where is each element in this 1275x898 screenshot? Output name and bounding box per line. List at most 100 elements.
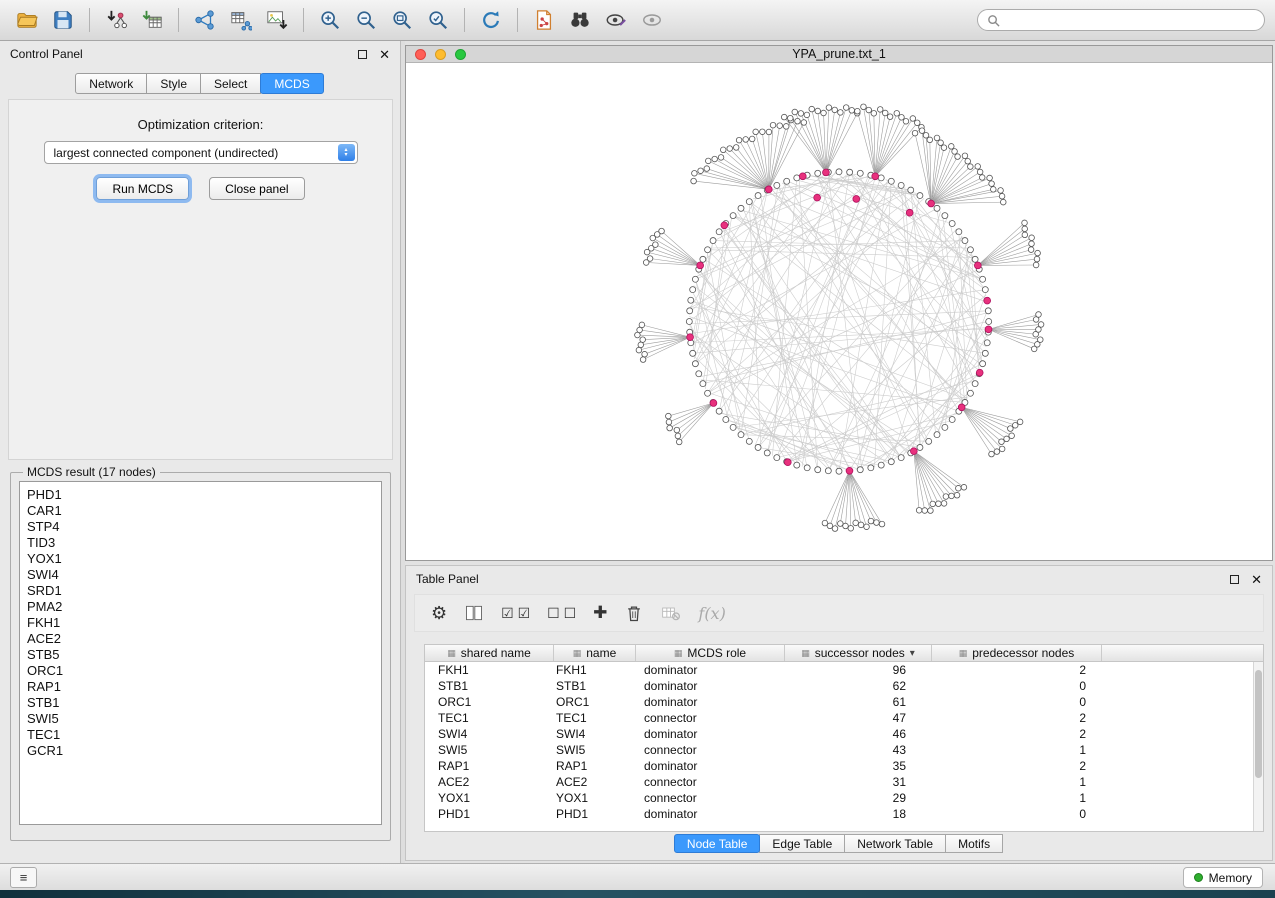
close-panel-button[interactable]: Close panel bbox=[209, 177, 304, 200]
memory-button[interactable]: Memory bbox=[1183, 867, 1263, 888]
network-from-table-button[interactable] bbox=[224, 5, 258, 35]
cell: 18 bbox=[785, 807, 932, 821]
run-mcds-button[interactable]: Run MCDS bbox=[96, 177, 189, 200]
import-network-button[interactable] bbox=[99, 5, 133, 35]
table-row[interactable]: TEC1TEC1connector472 bbox=[425, 710, 1263, 726]
column-header-successor-nodes[interactable]: ▦successor nodes▾ bbox=[785, 645, 932, 661]
zoom-selected-button[interactable] bbox=[421, 5, 455, 35]
table-row[interactable]: SWI4SWI4dominator462 bbox=[425, 726, 1263, 742]
delete-table-button[interactable] bbox=[661, 603, 681, 623]
tab-node-table[interactable]: Node Table bbox=[674, 834, 761, 853]
mcds-result-item[interactable]: SRD1 bbox=[27, 583, 374, 599]
task-history-button[interactable]: ≡ bbox=[10, 867, 37, 888]
float-panel-icon[interactable] bbox=[1230, 575, 1239, 584]
mcds-result-item[interactable]: PMA2 bbox=[27, 599, 374, 615]
float-panel-icon[interactable] bbox=[358, 50, 367, 59]
zoom-fit-button[interactable] bbox=[385, 5, 419, 35]
show-hide-button[interactable] bbox=[635, 5, 669, 35]
mcds-result-item[interactable]: TEC1 bbox=[27, 727, 374, 743]
deselect-all-button[interactable]: ☐ ☐ bbox=[547, 605, 576, 622]
table-row[interactable]: YOX1YOX1connector291 bbox=[425, 790, 1263, 806]
cell: 0 bbox=[932, 679, 1102, 693]
tab-network-table[interactable]: Network Table bbox=[844, 834, 946, 853]
column-header-name[interactable]: ▦name bbox=[554, 645, 636, 661]
trash-icon bbox=[624, 603, 644, 623]
mcds-result-item[interactable]: FKH1 bbox=[27, 615, 374, 631]
show-columns-button[interactable] bbox=[464, 603, 484, 623]
tab-network[interactable]: Network bbox=[75, 73, 147, 94]
save-session-button[interactable] bbox=[46, 5, 80, 35]
add-column-button[interactable]: ✚ bbox=[593, 603, 607, 623]
mcds-result-item[interactable]: CAR1 bbox=[27, 503, 374, 519]
apply-style-button[interactable] bbox=[599, 5, 633, 35]
search-box[interactable] bbox=[977, 9, 1265, 31]
mcds-result-item[interactable]: PHD1 bbox=[27, 487, 374, 503]
table-row[interactable]: STB1STB1dominator620 bbox=[425, 678, 1263, 694]
table-row[interactable]: ORC1ORC1dominator610 bbox=[425, 694, 1263, 710]
mcds-result-item[interactable]: STB1 bbox=[27, 695, 374, 711]
table-tabbar: Node TableEdge TableNetwork TableMotifs bbox=[406, 834, 1272, 853]
refresh-button[interactable] bbox=[474, 5, 508, 35]
cell: STB1 bbox=[425, 679, 554, 693]
criterion-dropdown[interactable]: largest connected component (undirected)… bbox=[44, 141, 358, 164]
mcds-result-item[interactable]: STP4 bbox=[27, 519, 374, 535]
tab-motifs[interactable]: Motifs bbox=[945, 834, 1003, 853]
network-graph[interactable] bbox=[406, 64, 1272, 560]
export-document-button[interactable] bbox=[527, 5, 561, 35]
table-row[interactable]: PHD1PHD1dominator180 bbox=[425, 806, 1263, 822]
minimize-window-icon[interactable] bbox=[435, 49, 446, 60]
cell: PHD1 bbox=[554, 807, 636, 821]
select-all-button[interactable]: ☑ ☑ bbox=[501, 605, 530, 622]
table-panel-header: Table Panel ✕ bbox=[406, 566, 1272, 592]
column-label: shared name bbox=[461, 646, 531, 660]
function-builder-button[interactable]: f(x) bbox=[698, 604, 725, 623]
mcds-result-item[interactable]: STB5 bbox=[27, 647, 374, 663]
mcds-result-item[interactable]: SWI4 bbox=[27, 567, 374, 583]
table-row[interactable]: RAP1RAP1dominator352 bbox=[425, 758, 1263, 774]
scrollbar-thumb[interactable] bbox=[1255, 670, 1262, 778]
cell: 96 bbox=[785, 663, 932, 677]
network-window-titlebar[interactable]: YPA_prune.txt_1 bbox=[406, 46, 1272, 63]
close-panel-icon[interactable]: ✕ bbox=[379, 48, 390, 61]
tab-style[interactable]: Style bbox=[146, 73, 201, 94]
find-button[interactable] bbox=[563, 5, 597, 35]
mcds-result-group: MCDS result (17 nodes) PHD1CAR1STP4TID3Y… bbox=[10, 465, 391, 841]
search-input[interactable] bbox=[1005, 13, 1255, 27]
export-image-button[interactable] bbox=[260, 5, 294, 35]
toolbar-separator bbox=[178, 8, 179, 32]
tab-select[interactable]: Select bbox=[200, 73, 261, 94]
cell: SWI4 bbox=[425, 727, 554, 741]
new-network-button[interactable] bbox=[188, 5, 222, 35]
fx-icon: f(x) bbox=[698, 604, 725, 623]
column-header-filler bbox=[1102, 645, 1263, 661]
mcds-result-item[interactable]: SWI5 bbox=[27, 711, 374, 727]
mcds-result-item[interactable]: ORC1 bbox=[27, 663, 374, 679]
table-row[interactable]: ACE2ACE2connector311 bbox=[425, 774, 1263, 790]
network-canvas[interactable] bbox=[406, 64, 1272, 560]
mcds-result-list: PHD1CAR1STP4TID3YOX1SWI4SRD1PMA2FKH1ACE2… bbox=[19, 481, 382, 825]
mcds-result-item[interactable]: RAP1 bbox=[27, 679, 374, 695]
mcds-result-item[interactable]: GCR1 bbox=[27, 743, 374, 759]
zoom-out-button[interactable] bbox=[349, 5, 383, 35]
column-header-shared-name[interactable]: ▦shared name bbox=[425, 645, 554, 661]
close-panel-icon[interactable]: ✕ bbox=[1251, 573, 1262, 586]
mcds-result-item[interactable]: TID3 bbox=[27, 535, 374, 551]
delete-column-button[interactable] bbox=[624, 603, 644, 623]
table-row[interactable]: FKH1FKH1dominator962 bbox=[425, 662, 1263, 678]
column-header-MCDS-role[interactable]: ▦MCDS role bbox=[636, 645, 785, 661]
table-row[interactable]: SWI5SWI5connector431 bbox=[425, 742, 1263, 758]
toolbar-separator bbox=[464, 8, 465, 32]
maximize-window-icon[interactable] bbox=[455, 49, 466, 60]
cell: TEC1 bbox=[425, 711, 554, 725]
table-settings-button[interactable]: ⚙ bbox=[431, 603, 447, 624]
column-header-predecessor-nodes[interactable]: ▦predecessor nodes bbox=[932, 645, 1102, 661]
table-scrollbar[interactable] bbox=[1253, 662, 1263, 831]
open-file-button[interactable] bbox=[10, 5, 44, 35]
import-table-button[interactable] bbox=[135, 5, 169, 35]
tab-mcds[interactable]: MCDS bbox=[260, 73, 323, 94]
tab-edge-table[interactable]: Edge Table bbox=[759, 834, 845, 853]
zoom-in-button[interactable] bbox=[313, 5, 347, 35]
mcds-result-item[interactable]: YOX1 bbox=[27, 551, 374, 567]
close-window-icon[interactable] bbox=[415, 49, 426, 60]
mcds-result-item[interactable]: ACE2 bbox=[27, 631, 374, 647]
